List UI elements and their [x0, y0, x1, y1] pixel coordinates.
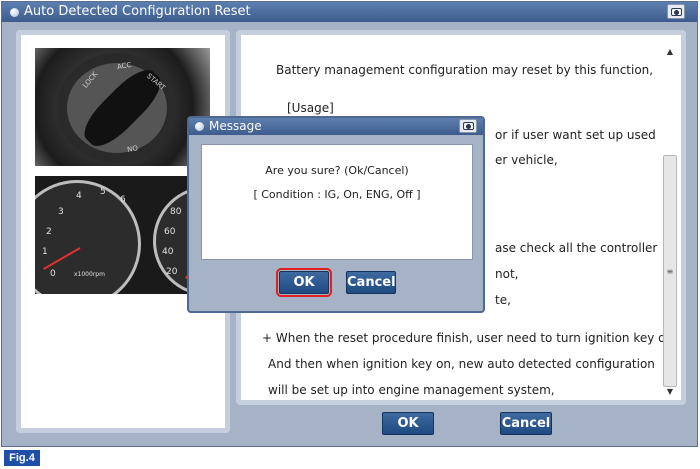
- desc-line: + When the reset procedure finish, user …: [262, 331, 678, 345]
- vertical-scrollbar[interactable]: ▲ ≡ ▼: [663, 47, 677, 397]
- window-bullet-icon: [10, 7, 19, 17]
- desc-line: not,: [495, 267, 519, 281]
- message-dialog: Message Are you sure? (Ok/Cancel) [ Cond…: [187, 116, 485, 313]
- scroll-thumb[interactable]: ≡: [663, 155, 677, 387]
- dialog-capture-button[interactable]: [459, 119, 477, 133]
- dialog-title: Message: [209, 119, 262, 133]
- dialog-body: Are you sure? (Ok/Cancel) [ Condition : …: [201, 144, 473, 260]
- camera-icon: [670, 7, 682, 16]
- desc-line: will be set up into engine management sy…: [268, 383, 555, 397]
- desc-line: er vehicle,: [495, 153, 558, 167]
- dialog-titlebar: Message: [189, 118, 483, 135]
- camera-icon: [462, 122, 474, 130]
- desc-line: te,: [495, 293, 511, 307]
- scroll-up-icon[interactable]: ▲: [665, 47, 675, 57]
- ok-button[interactable]: OK: [382, 412, 434, 435]
- figure-label: Fig.4: [4, 450, 40, 466]
- dialog-cancel-button[interactable]: Cancel: [346, 271, 396, 294]
- ignition-switch-photo: LOCK ACC START ON: [35, 48, 210, 166]
- window-title: Auto Detected Configuration Reset: [24, 4, 251, 19]
- tachometer: 6 5 4 3 2 1 0 x1000rpm: [35, 180, 141, 294]
- desc-line: or if user want set up used: [495, 128, 656, 142]
- scroll-down-icon[interactable]: ▼: [665, 387, 675, 397]
- desc-line: Battery management configuration may res…: [276, 63, 654, 77]
- capture-button[interactable]: [667, 4, 685, 19]
- desc-line: ase check all the controller: [495, 241, 658, 255]
- dialog-ok-button[interactable]: OK: [276, 268, 332, 297]
- dialog-bullet-icon: [195, 122, 204, 131]
- dialog-message: Are you sure? (Ok/Cancel): [265, 164, 409, 177]
- window-titlebar: Auto Detected Configuration Reset: [2, 2, 697, 22]
- cancel-button[interactable]: Cancel: [500, 412, 552, 435]
- tachometer-needle: [43, 247, 81, 270]
- desc-line: And then when ignition key on, new auto …: [268, 357, 655, 371]
- gauge-cluster-photo: 6 5 4 3 2 1 0 x1000rpm 80 60 40 20: [35, 176, 210, 294]
- dialog-condition: [ Condition : IG, On, ENG, Off ]: [253, 188, 421, 201]
- desc-line: [Usage]: [287, 101, 334, 115]
